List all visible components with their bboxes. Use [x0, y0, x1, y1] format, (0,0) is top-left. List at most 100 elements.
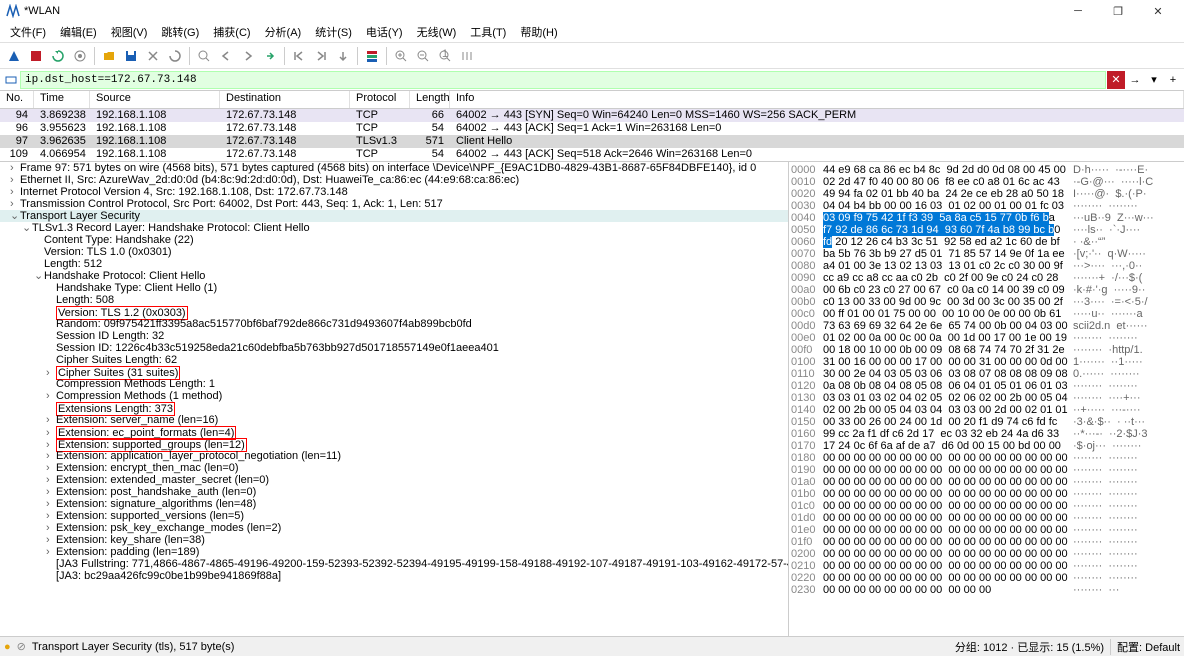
detail-line[interactable]: Compression Methods Length: 1 [0, 378, 788, 390]
detail-line[interactable]: ›Compression Methods (1 method) [0, 390, 788, 402]
hex-row[interactable]: 0070ba 5b 76 3b b9 27 d5 01 71 85 57 14 … [791, 248, 1182, 260]
hex-row[interactable]: 01200a 08 0b 08 04 08 05 08 06 04 01 05 … [791, 380, 1182, 392]
menu-捕获[interactable]: 捕获(C) [207, 22, 256, 42]
clear-filter-button[interactable]: ✕ [1107, 71, 1125, 89]
colorize-button[interactable] [362, 46, 382, 66]
hex-row[interactable]: 00c000 ff 01 00 01 75 00 00 00 10 00 0e … [791, 308, 1182, 320]
hex-row[interactable]: 019000 00 00 00 00 00 00 00 00 00 00 00 … [791, 464, 1182, 476]
menu-电话[interactable]: 电话(Y) [360, 22, 409, 42]
hex-row[interactable]: 00a000 6b c0 23 c0 27 00 67 c0 0a c0 14 … [791, 284, 1182, 296]
packet-details-pane[interactable]: ›Frame 97: 571 bytes on wire (4568 bits)… [0, 162, 789, 636]
display-filter-input[interactable] [20, 71, 1106, 89]
detail-line[interactable]: ›Extension: supported_versions (len=5) [0, 510, 788, 522]
detail-line[interactable]: ›Ethernet II, Src: AzureWav_2d:d0:0d (b4… [0, 174, 788, 186]
status-profile[interactable]: 配置: Default [1110, 639, 1180, 655]
packet-row[interactable]: 943.869238192.168.1.108172.67.73.148TCP6… [0, 109, 1184, 122]
save-file-button[interactable] [121, 46, 141, 66]
packet-bytes-pane[interactable]: 000044 e9 68 ca 86 ec b4 8c 9d 2d d0 0d … [789, 162, 1184, 636]
menu-分析[interactable]: 分析(A) [259, 22, 308, 42]
detail-line[interactable]: Random: 09f975421ff3395a8ac515770bf6baf7… [0, 318, 788, 330]
stop-capture-button[interactable] [26, 46, 46, 66]
hex-row[interactable]: 018000 00 00 00 00 00 00 00 00 00 00 00 … [791, 452, 1182, 464]
packet-row[interactable]: 1094.066954192.168.1.108172.67.73.148TCP… [0, 148, 1184, 161]
hex-row[interactable]: 004003 09 f9 75 42 1f f3 39 5a 8a c5 15 … [791, 212, 1182, 224]
detail-line[interactable]: Length: 512 [0, 258, 788, 270]
detail-line[interactable]: Length: 508 [0, 294, 788, 306]
find-packet-button[interactable] [194, 46, 214, 66]
close-button[interactable]: ✕ [1138, 0, 1178, 22]
hex-row[interactable]: 002049 94 fa 02 01 bb 40 ba 24 2e ce eb … [791, 188, 1182, 200]
col-source[interactable]: Source [90, 91, 220, 108]
packet-row[interactable]: 973.962635192.168.1.108172.67.73.148TLSv… [0, 135, 1184, 148]
detail-line[interactable]: ›Extension: encrypt_then_mac (len=0) [0, 462, 788, 474]
go-prev-button[interactable] [216, 46, 236, 66]
hex-row[interactable]: 00b0c0 13 00 33 00 9d 00 9c 00 3d 00 3c … [791, 296, 1182, 308]
bookmark-icon[interactable] [2, 71, 20, 89]
detail-line[interactable]: ›Extension: key_share (len=38) [0, 534, 788, 546]
detail-line[interactable]: ›Frame 97: 571 bytes on wire (4568 bits)… [0, 162, 788, 174]
detail-line[interactable]: [JA3 Fullstring: 771,4866-4867-4865-4919… [0, 558, 788, 570]
hex-row[interactable]: 000044 e9 68 ca 86 ec b4 8c 9d 2d d0 0d … [791, 164, 1182, 176]
menu-帮助[interactable]: 帮助(H) [514, 22, 563, 42]
detail-line[interactable]: Content Type: Handshake (22) [0, 234, 788, 246]
reload-button[interactable] [165, 46, 185, 66]
hex-row[interactable]: 00e001 02 00 0a 00 0c 00 0a 00 1d 00 17 … [791, 332, 1182, 344]
hex-row[interactable]: 013003 03 01 03 02 04 02 05 02 06 02 00 … [791, 392, 1182, 404]
capture-options-button[interactable] [70, 46, 90, 66]
hex-row[interactable]: 01e000 00 00 00 00 00 00 00 00 00 00 00 … [791, 524, 1182, 536]
hex-row[interactable]: 023000 00 00 00 00 00 00 00 00 00 00····… [791, 584, 1182, 596]
menu-无线[interactable]: 无线(W) [411, 22, 463, 42]
detail-line[interactable]: Session ID: 1226c4b33c519258eda21c60debf… [0, 342, 788, 354]
restart-capture-button[interactable] [48, 46, 68, 66]
detail-line[interactable]: ›Extension: application_layer_protocol_n… [0, 450, 788, 462]
hex-row[interactable]: 01d000 00 00 00 00 00 00 00 00 00 00 00 … [791, 512, 1182, 524]
menu-跳转[interactable]: 跳转(G) [155, 22, 205, 42]
hex-row[interactable]: 020000 00 00 00 00 00 00 00 00 00 00 00 … [791, 548, 1182, 560]
auto-scroll-button[interactable] [333, 46, 353, 66]
detail-line[interactable]: ›Extension: post_handshake_auth (len=0) [0, 486, 788, 498]
menu-工具[interactable]: 工具(T) [464, 22, 512, 42]
detail-line[interactable]: ›Extension: supported_groups (len=12) [0, 438, 788, 450]
detail-line[interactable]: Cipher Suites Length: 62 [0, 354, 788, 366]
open-file-button[interactable] [99, 46, 119, 66]
hex-row[interactable]: 0080a4 01 00 3e 13 02 13 03 13 01 c0 2c … [791, 260, 1182, 272]
detail-line[interactable]: ⌄TLSv1.3 Record Layer: Handshake Protoco… [0, 222, 788, 234]
hex-row[interactable]: 00f000 18 00 10 00 0b 00 09 08 68 74 74 … [791, 344, 1182, 356]
col-no[interactable]: No. [0, 91, 34, 108]
hex-row[interactable]: 01a000 00 00 00 00 00 00 00 00 00 00 00 … [791, 476, 1182, 488]
hex-row[interactable]: 01c000 00 00 00 00 00 00 00 00 00 00 00 … [791, 500, 1182, 512]
detail-line[interactable]: [JA3: bc29aa426fc99c0be1b99be941869f88a] [0, 570, 788, 582]
zoom-in-button[interactable] [391, 46, 411, 66]
go-first-button[interactable] [289, 46, 309, 66]
detail-line[interactable]: ›Transmission Control Protocol, Src Port… [0, 198, 788, 210]
col-protocol[interactable]: Protocol [350, 91, 410, 108]
col-time[interactable]: Time [34, 91, 90, 108]
hex-row[interactable]: 021000 00 00 00 00 00 00 00 00 00 00 00 … [791, 560, 1182, 572]
detail-line[interactable]: ⌄Handshake Protocol: Client Hello [0, 270, 788, 282]
hex-row[interactable]: 022000 00 00 00 00 00 00 00 00 00 00 00 … [791, 572, 1182, 584]
minimize-button[interactable]: ─ [1058, 0, 1098, 22]
detail-line[interactable]: Session ID Length: 32 [0, 330, 788, 342]
hex-row[interactable]: 0050f7 92 de 86 6c 73 1d 94 93 60 7f 4a … [791, 224, 1182, 236]
hex-row[interactable]: 010031 00 16 00 00 00 17 00 00 00 31 00 … [791, 356, 1182, 368]
hex-row[interactable]: 017017 24 0c 6f 6a af de a7 d6 0d 00 15 … [791, 440, 1182, 452]
hex-row[interactable]: 003004 04 b4 bb 00 00 16 03 01 02 00 01 … [791, 200, 1182, 212]
hex-row[interactable]: 011030 00 2e 04 03 05 03 06 03 08 07 08 … [791, 368, 1182, 380]
add-filter-button[interactable]: + [1164, 71, 1182, 89]
detail-line[interactable]: ›Extension: extended_master_secret (len=… [0, 474, 788, 486]
hex-row[interactable]: 016099 cc 2a f1 df c6 2d 17 ec 03 32 eb … [791, 428, 1182, 440]
go-to-button[interactable] [260, 46, 280, 66]
detail-line[interactable]: ›Cipher Suites (31 suites) [0, 366, 788, 378]
hex-row[interactable]: 015000 33 00 26 00 24 00 1d 00 20 f1 d9 … [791, 416, 1182, 428]
detail-line[interactable]: Version: TLS 1.2 (0x0303) [0, 306, 788, 318]
detail-line[interactable]: ›Extension: signature_algorithms (len=48… [0, 498, 788, 510]
hex-row[interactable]: 01b000 00 00 00 00 00 00 00 00 00 00 00 … [791, 488, 1182, 500]
resize-columns-button[interactable] [457, 46, 477, 66]
detail-line[interactable]: Version: TLS 1.0 (0x0301) [0, 246, 788, 258]
zoom-reset-button[interactable]: 1 [435, 46, 455, 66]
hex-row[interactable]: 00d073 63 69 69 32 64 2e 6e 65 74 00 0b … [791, 320, 1182, 332]
detail-line[interactable]: Handshake Type: Client Hello (1) [0, 282, 788, 294]
close-file-button[interactable] [143, 46, 163, 66]
detail-line[interactable]: Extensions Length: 373 [0, 402, 788, 414]
zoom-out-button[interactable] [413, 46, 433, 66]
